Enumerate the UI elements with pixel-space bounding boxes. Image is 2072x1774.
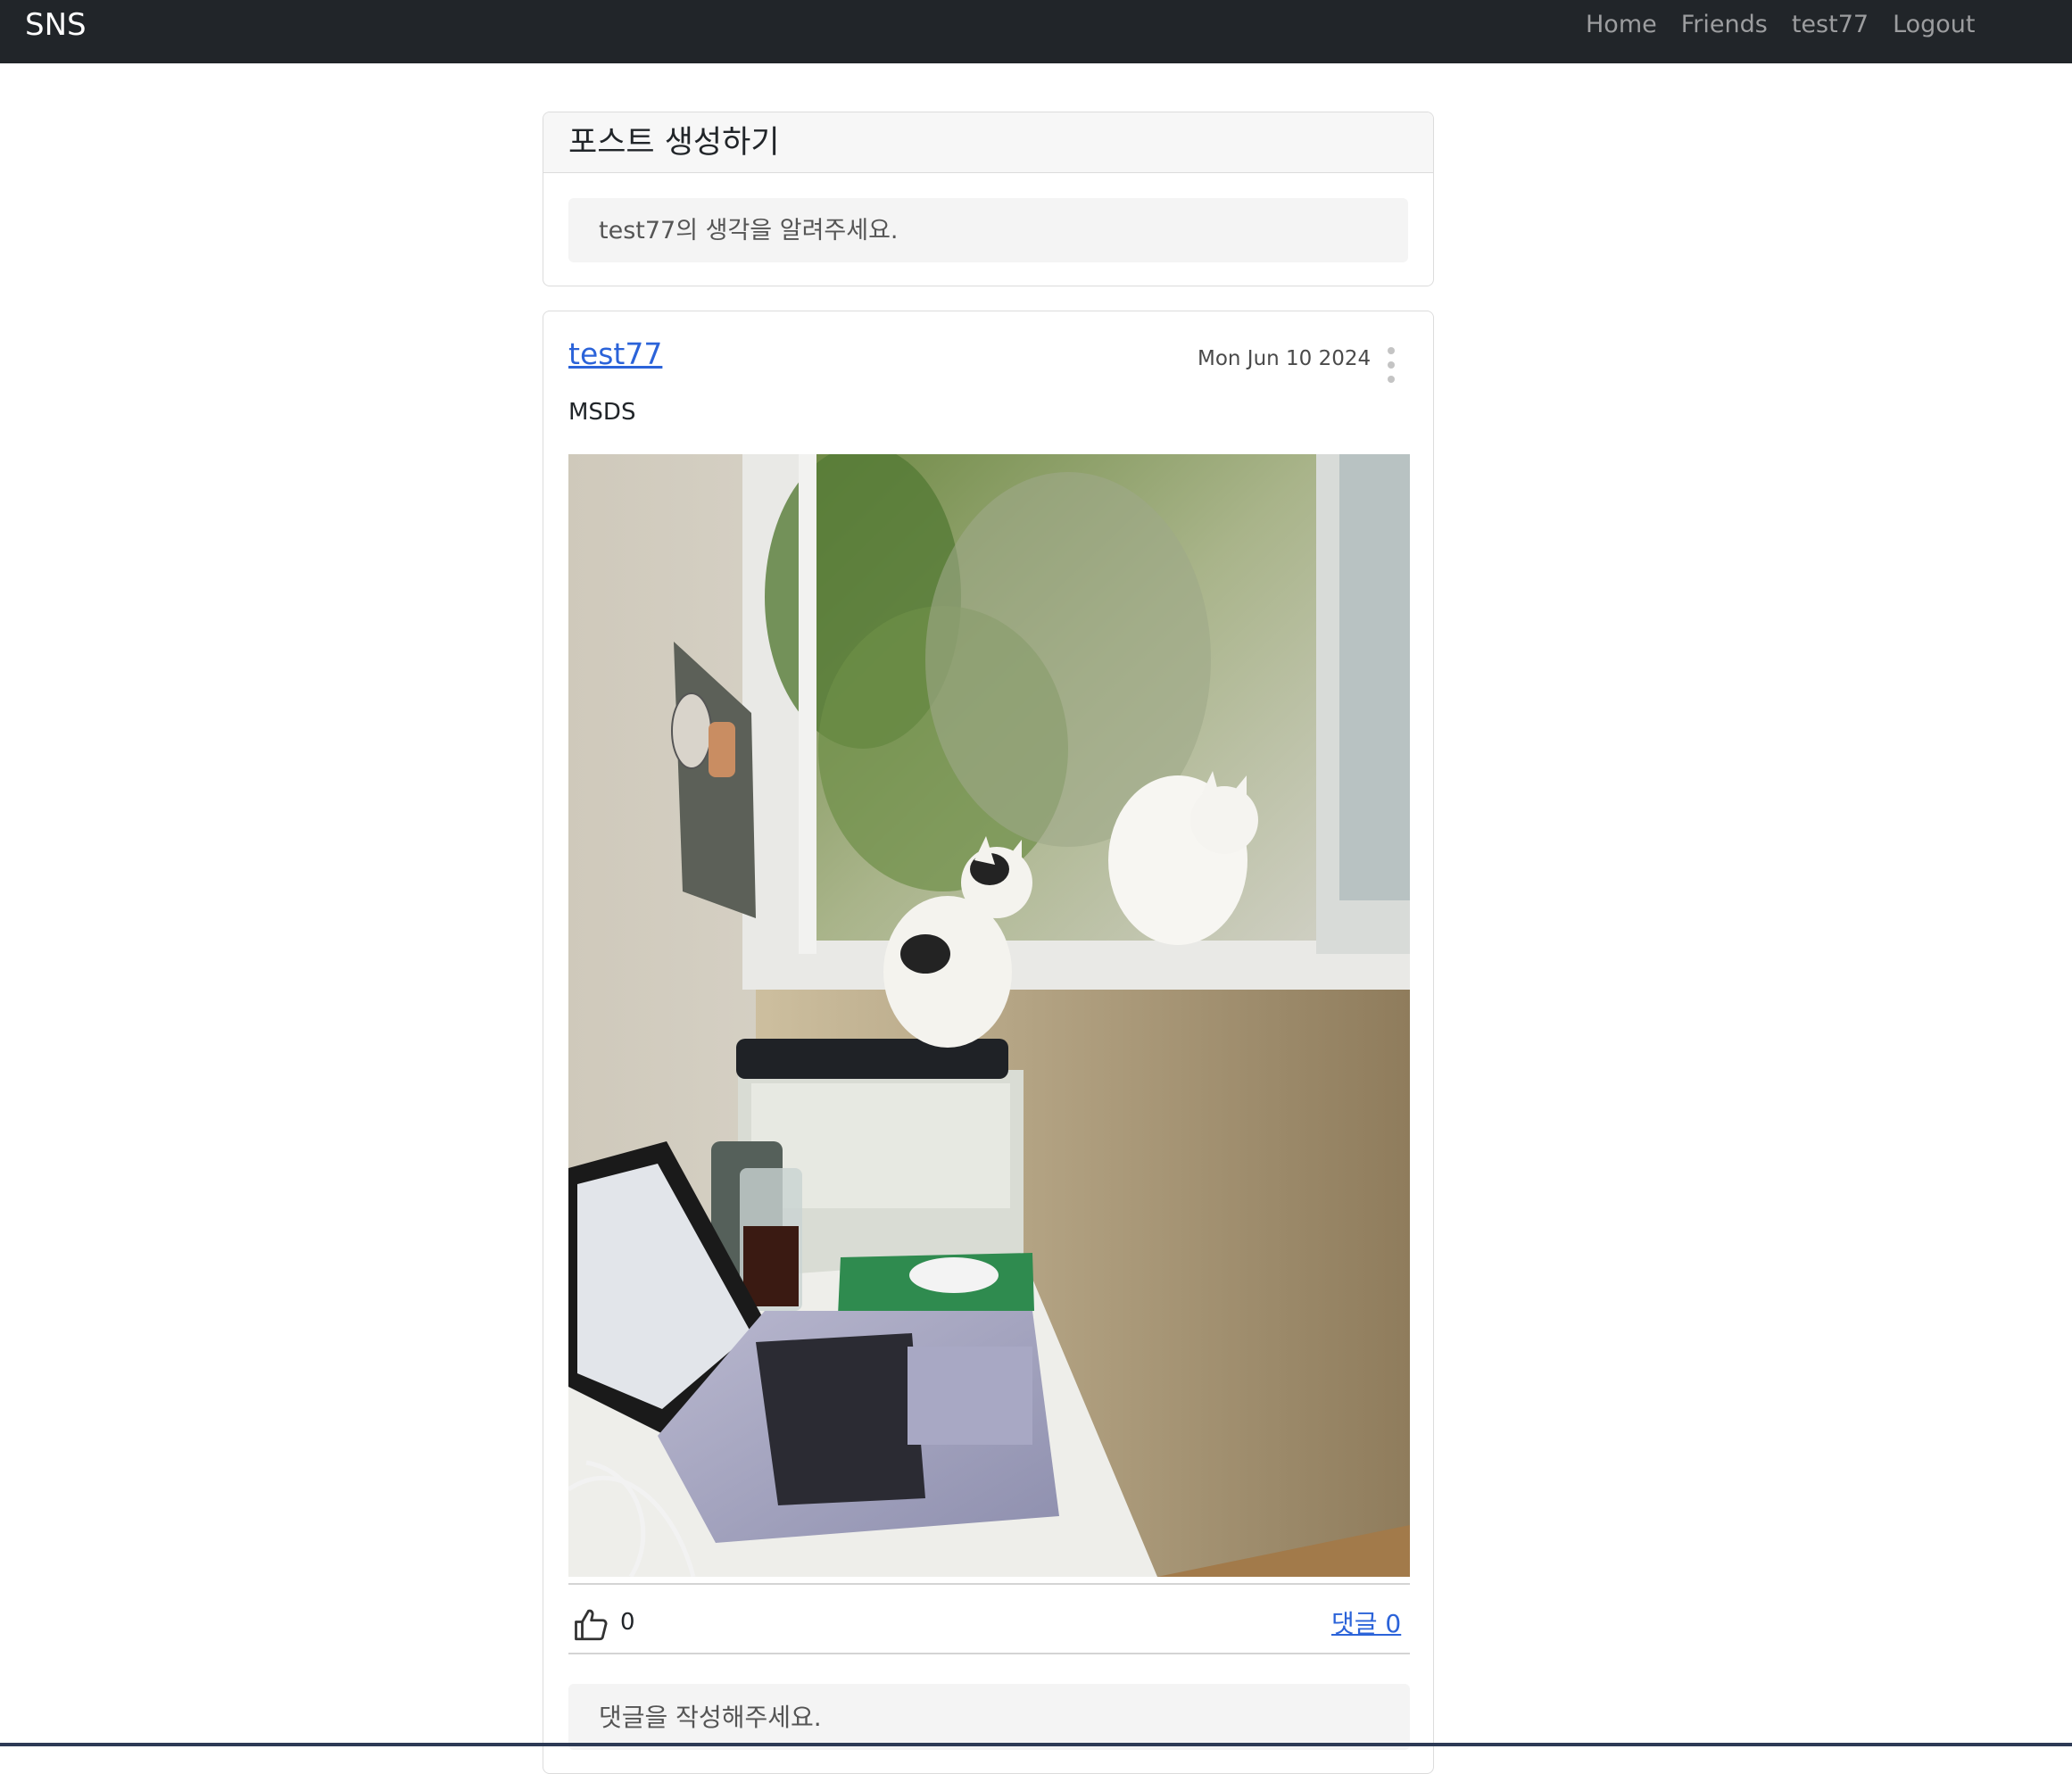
post-divider-top bbox=[568, 1583, 1410, 1585]
post-author-link[interactable]: test77 bbox=[568, 336, 662, 371]
nav-link-logout[interactable]: Logout bbox=[1893, 4, 1975, 46]
nav-links: Home Friends test77 Logout bbox=[1586, 4, 2000, 46]
nav-link-home[interactable]: Home bbox=[1586, 4, 1657, 46]
comments-link[interactable]: 댓글 0 bbox=[1331, 1604, 1401, 1640]
post-content: MSDS bbox=[568, 399, 636, 426]
nav-link-profile[interactable]: test77 bbox=[1792, 4, 1869, 46]
nav-link-friends[interactable]: Friends bbox=[1681, 4, 1768, 46]
create-post-title: 포스트 생성하기 bbox=[543, 112, 1433, 173]
like-count: 0 bbox=[620, 1609, 635, 1636]
bottom-edge bbox=[0, 1743, 2072, 1746]
post-card: test77 Mon Jun 10 2024 MSDS 0 댓글 0 댓글을 작… bbox=[543, 311, 1434, 1774]
vertical-ellipsis-icon[interactable] bbox=[1382, 347, 1400, 383]
create-post-card: 포스트 생성하기 bbox=[543, 112, 1434, 286]
post-image bbox=[568, 454, 1410, 1577]
brand-logo[interactable]: SNS bbox=[25, 4, 87, 46]
thumbs-up-icon[interactable] bbox=[573, 1606, 610, 1644]
comment-input[interactable] bbox=[568, 1684, 1410, 1750]
post-date: Mon Jun 10 2024 bbox=[1198, 347, 1372, 370]
top-navbar: SNS Home Friends test77 Logout bbox=[0, 0, 2072, 63]
create-post-input[interactable] bbox=[568, 198, 1408, 262]
post-divider-bottom bbox=[568, 1653, 1410, 1654]
